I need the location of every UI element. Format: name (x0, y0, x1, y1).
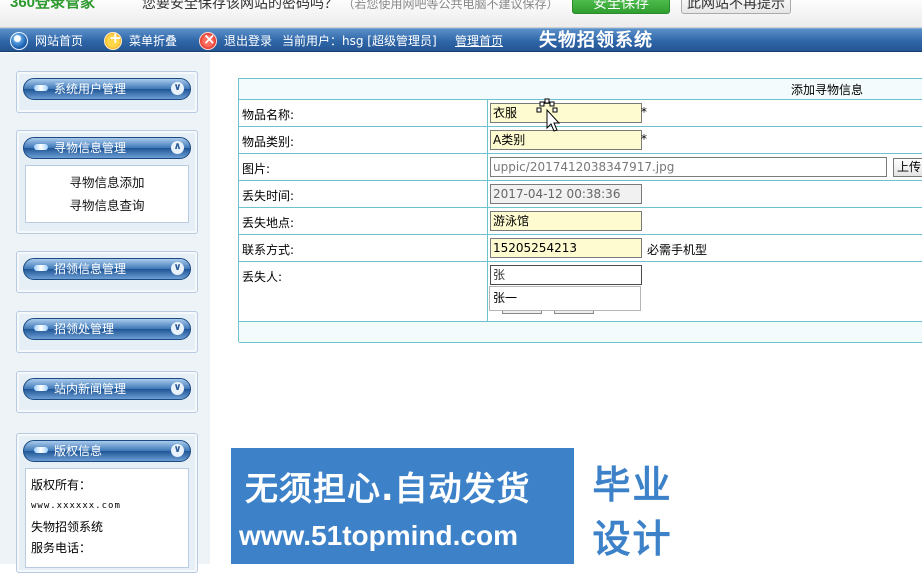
menu-group-claim-office: 招领处管理 ∨ (16, 311, 198, 353)
menu-header-label: 招领信息管理 (54, 262, 127, 276)
row-lost-place: 丢失地点: 游泳馆 (239, 208, 922, 235)
menu-group-site-news: 站内新闻管理 ∨ (16, 371, 198, 413)
top-nav-bar: 网站首页 菜单折叠 退出登录 当前用户：hsg [超级管理员] 管理首页 失物招… (0, 28, 922, 52)
required-marker: * (641, 132, 647, 146)
picture-path-input[interactable]: uppic/2017412038347917.jpg (490, 157, 887, 177)
expand-toggle-icon[interactable]: ∨ (171, 82, 184, 95)
expand-toggle-icon[interactable]: ∨ (171, 382, 184, 395)
collapse-toggle-icon[interactable]: ∨ (171, 444, 184, 457)
safe-save-button[interactable]: 安全保存 (572, 0, 670, 14)
submenu-add-lost-item[interactable]: 寻物信息添加 (26, 171, 188, 194)
lost-place-input[interactable]: 游泳馆 (490, 211, 642, 231)
password-save-bar: 360登录管家 您要安全保存该网站的密码吗？ （若您使用网吧等公共电脑不建议保存… (0, 0, 922, 28)
row-contact: 联系方式: 15205254213 必需手机型 (239, 235, 922, 262)
lost-person-input[interactable]: 张 (490, 265, 642, 285)
collapse-toggle-icon[interactable]: ∧ (171, 141, 184, 154)
form-title-row: 添加寻物信息 (239, 79, 922, 100)
menu-header-claim-office[interactable]: 招领处管理 ∨ (23, 318, 191, 340)
menu-header-lost-items[interactable]: 寻物信息管理 ∧ (23, 137, 191, 159)
watermark-banner: 无须担心.自动发货 www.51topmind.com 毕业 设计 (231, 448, 691, 564)
save-password-question: 您要安全保存该网站的密码吗？ （若您使用网吧等公共电脑不建议保存） (142, 0, 558, 13)
required-marker: * (641, 105, 647, 119)
menu-bullet-icon (34, 144, 48, 150)
menu-bullet-icon (34, 265, 48, 271)
lost-time-input[interactable]: 2017-04-12 00:38:36 (490, 184, 642, 204)
nav-menu-fold[interactable]: 菜单折叠 (129, 29, 177, 53)
contact-input[interactable]: 15205254213 (490, 238, 642, 258)
menu-header-system-users[interactable]: 系统用户管理 ∨ (23, 78, 191, 100)
expand-toggle-icon[interactable]: ∨ (171, 262, 184, 275)
form-footer-row (239, 321, 922, 343)
menu-header-label: 系统用户管理 (54, 82, 127, 96)
nav-logout[interactable]: 退出登录 (224, 29, 272, 53)
banner-badge: 毕业 设计 (570, 448, 691, 564)
label-contact: 联系方式: (242, 243, 295, 257)
menu-fold-icon (104, 29, 122, 50)
menu-group-copyright: 版权信息 ∨ 版权所有： www.xxxxxx.com 失物招领系统 服务电话： (16, 433, 198, 573)
label-item-name: 物品名称: (242, 108, 295, 122)
menu-header-found-items[interactable]: 招领信息管理 ∨ (23, 258, 191, 280)
row-lost-time: 丢失时间: 2017-04-12 00:38:36 (239, 181, 922, 208)
left-sidebar: 系统用户管理 ∨ 寻物信息管理 ∧ 寻物信息添加 寻物信息查询 招领信息管理 ∨… (0, 53, 210, 573)
copyright-owner-label: 版权所有： (31, 478, 92, 492)
row-lost-person: 丢失人: 张 (239, 262, 922, 289)
menu-group-lost-items: 寻物信息管理 ∧ 寻物信息添加 寻物信息查询 (16, 130, 198, 234)
menu-header-label: 招领处管理 (54, 322, 115, 336)
menu-group-system-users: 系统用户管理 ∨ (16, 71, 198, 113)
copyright-site: www.xxxxxx.com (31, 501, 121, 511)
submenu-query-lost-item[interactable]: 寻物信息查询 (26, 194, 188, 217)
menu-bullet-icon (34, 85, 48, 91)
lost-items-submenu: 寻物信息添加 寻物信息查询 (25, 165, 189, 223)
autocomplete-option[interactable]: 张一 (489, 286, 641, 311)
save-password-prompt: 您要安全保存该网站的密码吗？ (142, 0, 338, 12)
row-item-category: 物品类别: A类别 * (239, 127, 922, 154)
save-password-note: （若您使用网吧等公共电脑不建议保存） (342, 0, 559, 11)
label-lost-place: 丢失地点: (242, 216, 295, 230)
menu-header-label: 版权信息 (54, 444, 103, 458)
copyright-phone-label: 服务电话： (31, 541, 92, 555)
row-item-name: 物品名称: 衣服 * (239, 100, 922, 127)
nav-home-link[interactable]: 网站首页 (35, 29, 83, 53)
logout-icon (199, 30, 217, 50)
item-category-input[interactable]: A类别 (490, 130, 642, 150)
menu-bullet-icon (34, 447, 48, 453)
busy-cursor-icon (536, 98, 561, 132)
item-name-input[interactable]: 衣服 (490, 103, 642, 123)
banner-slogan: 无须担心.自动发货 (245, 469, 531, 508)
badge-top-text: 毕业 (592, 463, 673, 507)
banner-url: www.51topmind.com (239, 520, 518, 551)
contact-hint: 必需手机型 (647, 243, 708, 257)
copyright-system-name: 失物招领系统 (31, 520, 104, 534)
nav-admin-home[interactable]: 管理首页 (455, 29, 503, 53)
row-picture: 图片: uppic/2017412038347917.jpg 上传 (239, 154, 922, 181)
menu-header-copyright[interactable]: 版权信息 ∨ (23, 440, 191, 462)
label-lost-time: 丢失时间: (242, 189, 295, 203)
menu-header-label: 站内新闻管理 (54, 382, 127, 396)
menu-group-found-items: 招领信息管理 ∨ (16, 251, 198, 293)
label-lost-person: 丢失人: (242, 270, 283, 284)
current-user-label: 当前用户：hsg [超级管理员] (282, 34, 437, 48)
menu-bullet-icon (34, 385, 48, 391)
menu-bullet-icon (34, 325, 48, 331)
login-manager-logo: 360登录管家 (10, 0, 96, 11)
label-picture: 图片: (242, 162, 271, 176)
never-prompt-button[interactable]: 此网站不再提示 (681, 0, 791, 14)
menu-header-label: 寻物信息管理 (54, 141, 127, 155)
copyright-info: 版权所有： www.xxxxxx.com 失物招领系统 服务电话： (25, 468, 189, 568)
system-title: 失物招领系统 (539, 30, 653, 51)
upload-button[interactable]: 上传 (893, 158, 922, 177)
badge-bottom-text: 设计 (592, 517, 673, 561)
menu-header-site-news[interactable]: 站内新闻管理 ∨ (23, 378, 191, 400)
home-icon (10, 32, 28, 50)
form-title: 添加寻物信息 (791, 83, 864, 97)
label-item-category: 物品类别: (242, 135, 295, 149)
expand-toggle-icon[interactable]: ∨ (171, 322, 184, 335)
